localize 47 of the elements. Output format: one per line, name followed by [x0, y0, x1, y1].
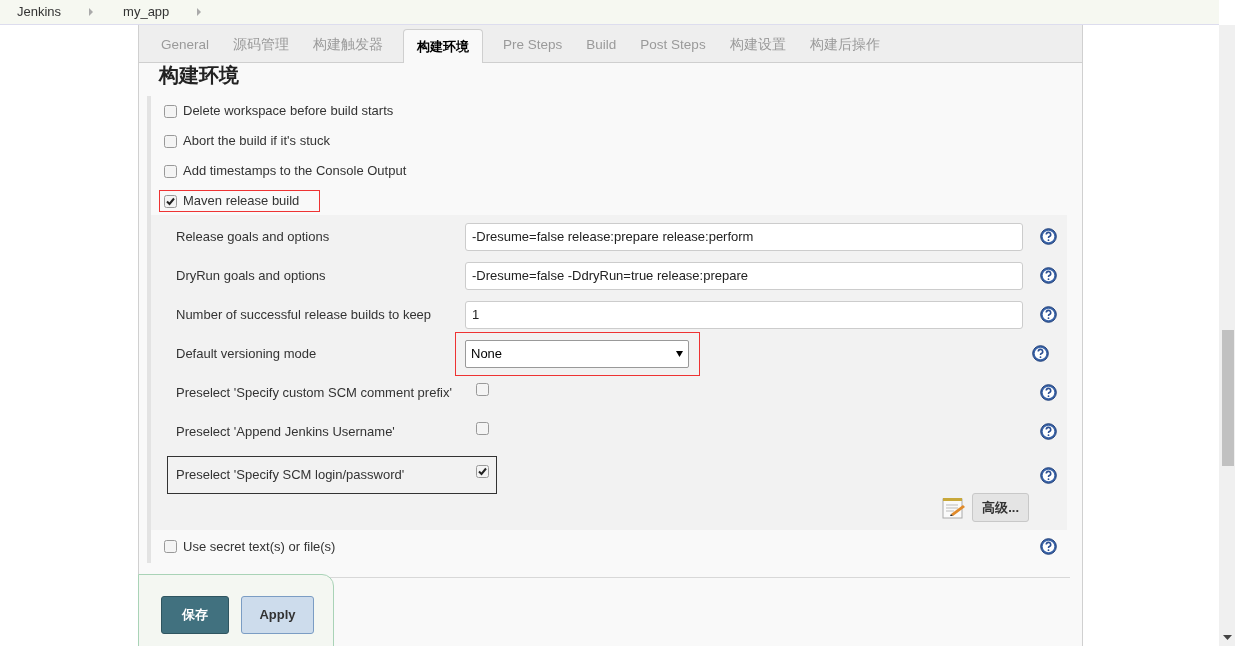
option-label: Abort the build if it's stuck — [183, 132, 330, 151]
field-label: Preselect 'Specify custom SCM comment prefix' — [176, 383, 453, 402]
section-title: 构建环境 — [157, 63, 240, 88]
text-field[interactable]: -Dresume=false release:prepare release:perform — [465, 222, 1023, 251]
help-icon[interactable] — [1032, 345, 1049, 362]
checkbox[interactable] — [164, 540, 177, 553]
checkbox[interactable] — [476, 421, 489, 435]
field-label: DryRun goals and options — [176, 266, 327, 285]
scrollbar[interactable] — [1219, 25, 1235, 646]
chevron-icon — [197, 8, 202, 16]
advanced-button[interactable]: 高级... — [972, 493, 1029, 522]
help-icon[interactable] — [1040, 423, 1057, 440]
help-icon[interactable] — [1040, 466, 1057, 484]
checkbox[interactable] — [476, 382, 489, 396]
scroll-down-icon[interactable] — [1223, 635, 1232, 640]
text-field[interactable]: 1 — [465, 300, 1023, 329]
option-label: Delete workspace before build starts — [183, 102, 394, 121]
breadcrumb-link[interactable]: Jenkins — [17, 2, 62, 22]
scrollbar-thumb[interactable] — [1222, 330, 1234, 466]
field-label: Number of successful release builds to keep — [176, 305, 433, 324]
checkbox[interactable] — [164, 104, 177, 118]
dropdown[interactable]: None — [465, 339, 689, 368]
checked-checkbox[interactable] — [164, 194, 177, 208]
field-label: Preselect 'Append Jenkins Username' — [176, 422, 396, 441]
help-icon[interactable] — [1040, 267, 1057, 284]
help-icon[interactable] — [1040, 228, 1057, 245]
save-button[interactable]: 保存 — [161, 596, 229, 634]
option-label: Use secret text(s) or file(s) — [183, 537, 336, 556]
checkbox[interactable] — [164, 134, 177, 148]
caret-icon — [676, 350, 683, 357]
notepad-pencil-icon — [942, 496, 967, 519]
checkbox[interactable] — [164, 164, 177, 178]
dropdown-value: None — [471, 344, 503, 363]
field-label: Default versioning mode — [176, 344, 318, 363]
option-label: Maven release build — [183, 192, 300, 211]
option-label: Add timestamps to the Console Output — [183, 162, 407, 181]
help-icon[interactable] — [1040, 538, 1057, 555]
field-label: Preselect 'Specify SCM login/password' — [176, 466, 406, 484]
help-icon[interactable] — [1040, 384, 1057, 401]
chevron-icon — [89, 8, 94, 16]
field-label: Release goals and options — [176, 227, 331, 246]
checked-checkbox[interactable] — [476, 465, 489, 478]
text-field[interactable]: -Dresume=false -DdryRun=true release:prepare — [465, 261, 1023, 290]
tab[interactable]: 构建环境 — [403, 29, 484, 63]
apply-button[interactable]: Apply — [241, 596, 314, 634]
help-icon[interactable] — [1040, 306, 1057, 323]
breadcrumb-link[interactable]: my_app — [123, 2, 170, 22]
